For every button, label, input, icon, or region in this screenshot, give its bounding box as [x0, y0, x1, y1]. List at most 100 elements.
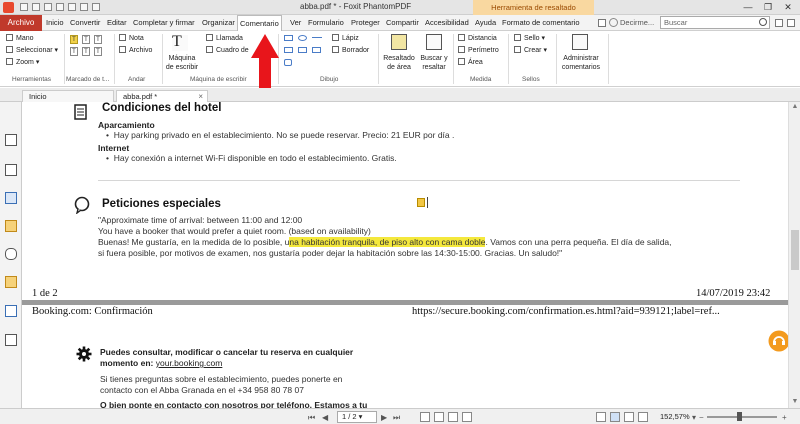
- first-page-icon[interactable]: ⏮: [308, 413, 315, 423]
- scroll-thumb[interactable]: [791, 230, 799, 270]
- menu-formulario[interactable]: Formulario: [308, 15, 344, 31]
- line-icon[interactable]: [312, 37, 322, 38]
- tool-pencil[interactable]: Lápiz: [332, 34, 359, 43]
- typewriter-icon[interactable]: T: [172, 34, 188, 51]
- settings-icon[interactable]: [787, 19, 795, 27]
- print-icon[interactable]: [44, 3, 52, 11]
- select-tool-icon[interactable]: [92, 3, 100, 11]
- zoom-dropdown-icon[interactable]: ▾: [692, 413, 696, 422]
- menu-comentario[interactable]: Comentario: [237, 15, 282, 32]
- undo-icon[interactable]: [56, 3, 64, 11]
- bookmarks-icon[interactable]: [5, 305, 17, 317]
- continuous-page-icon[interactable]: [610, 412, 620, 422]
- user-icon[interactable]: [609, 18, 618, 27]
- tool-note[interactable]: Nota: [119, 34, 144, 43]
- fit-icon[interactable]: [448, 412, 458, 422]
- tell-me-link[interactable]: Decirme...: [620, 15, 654, 31]
- maximize-button[interactable]: ❐: [758, 0, 778, 15]
- menu-completar-firmar[interactable]: Completar y firmar: [133, 15, 195, 31]
- menu-convertir[interactable]: Convertir: [70, 15, 100, 31]
- highlight-text-icon[interactable]: T: [70, 35, 78, 44]
- area-highlight-icon[interactable]: [391, 34, 407, 50]
- security-lock-icon[interactable]: [5, 276, 17, 288]
- oval-icon[interactable]: [298, 35, 307, 41]
- hand-tool-icon[interactable]: [80, 3, 88, 11]
- next-page-icon[interactable]: ▶: [381, 413, 387, 422]
- zoom-level[interactable]: 152,57%: [660, 412, 690, 421]
- polygon-icon[interactable]: [284, 59, 292, 66]
- menu-ayuda[interactable]: Ayuda: [475, 15, 496, 31]
- tools-icon[interactable]: [5, 334, 17, 346]
- search-input[interactable]: Buscar: [660, 16, 770, 29]
- tab-inicio[interactable]: Inicio: [22, 90, 114, 102]
- typewriter-button[interactable]: Máquina de escribir: [165, 54, 199, 72]
- arrow-icon[interactable]: [284, 47, 293, 53]
- close-tab-icon[interactable]: ×: [198, 91, 203, 102]
- menu-compartir[interactable]: Compartir: [386, 15, 419, 31]
- strikeout-text-icon[interactable]: T: [94, 35, 102, 44]
- squiggly-text-icon[interactable]: T: [70, 47, 78, 56]
- layers-icon[interactable]: [5, 164, 17, 176]
- underline-text-icon[interactable]: T: [82, 35, 90, 44]
- menu-formato-comentario[interactable]: Formato de comentario: [502, 15, 580, 31]
- booking-link[interactable]: your.booking.com: [156, 358, 223, 368]
- search-icon[interactable]: [759, 18, 767, 26]
- tool-area[interactable]: Área: [458, 58, 483, 67]
- zoom-slider-track[interactable]: [707, 416, 777, 418]
- tool-zoom[interactable]: Zoom ▾: [6, 58, 39, 67]
- close-window-button[interactable]: ✕: [778, 0, 798, 15]
- menu-editar[interactable]: Editar: [107, 15, 127, 31]
- tool-select[interactable]: Seleccionar ▾: [6, 46, 58, 55]
- prev-page-icon[interactable]: ◀: [322, 413, 328, 422]
- vertical-scrollbar[interactable]: ▲ ▼: [788, 102, 800, 408]
- scroll-up-icon[interactable]: ▲: [791, 103, 799, 111]
- tool-file[interactable]: Archivo: [119, 46, 152, 55]
- rectangle-icon[interactable]: [284, 35, 293, 41]
- zoom-slider-thumb[interactable]: [736, 412, 742, 421]
- sticky-note-annotation[interactable]: [417, 198, 425, 207]
- document-view[interactable]: Condiciones del hotel Aparcamiento • Hay…: [22, 102, 788, 408]
- cloud-icon[interactable]: [312, 47, 321, 53]
- pages-icon[interactable]: [5, 134, 17, 146]
- polyline-icon[interactable]: [298, 47, 307, 53]
- tool-callout[interactable]: Llamada: [206, 34, 243, 43]
- insert-text-icon[interactable]: T: [94, 47, 102, 56]
- area-highlight-button[interactable]: Resaltado de área: [381, 54, 417, 72]
- tool-perimeter[interactable]: Perímetro: [458, 46, 499, 55]
- menu-ver[interactable]: Ver: [290, 15, 301, 31]
- signatures-icon[interactable]: [5, 192, 17, 204]
- attachments-icon[interactable]: [5, 248, 17, 260]
- highlighted-text[interactable]: na habitación tranquila, de piso alto co…: [289, 237, 486, 247]
- single-page-icon[interactable]: [596, 412, 606, 422]
- zoom-out-icon[interactable]: −: [699, 413, 704, 422]
- tool-textbox[interactable]: Cuadro de: [206, 46, 249, 55]
- forward-view-icon[interactable]: [434, 412, 444, 422]
- ribbon-up-icon[interactable]: [775, 19, 783, 27]
- tab-abba-pdf[interactable]: abba.pdf * ×: [116, 90, 208, 102]
- redo-icon[interactable]: [68, 3, 76, 11]
- back-view-icon[interactable]: [420, 412, 430, 422]
- comments-icon[interactable]: [5, 220, 17, 232]
- context-tab-highlight-tool[interactable]: Herramienta de resaltado: [473, 0, 594, 15]
- tool-eraser[interactable]: Borrador: [332, 46, 369, 55]
- tool-hand[interactable]: Mano: [6, 34, 34, 43]
- search-highlight-button[interactable]: Buscar y resaltar: [416, 54, 452, 72]
- manage-comments-button[interactable]: Administrar comentarios: [558, 54, 604, 72]
- menu-inicio[interactable]: Inicio: [46, 15, 64, 31]
- facing-page-icon[interactable]: [624, 412, 634, 422]
- minimize-button[interactable]: —: [738, 0, 758, 15]
- manage-comments-icon[interactable]: [572, 34, 588, 50]
- menu-file[interactable]: Archivo: [0, 15, 42, 31]
- menu-accesibilidad[interactable]: Accesibilidad: [425, 15, 469, 31]
- save-icon[interactable]: [32, 3, 40, 11]
- last-page-icon[interactable]: ⏭: [393, 413, 400, 423]
- chat-support-icon[interactable]: [768, 330, 788, 352]
- replace-text-icon[interactable]: T: [82, 47, 90, 56]
- scroll-down-icon[interactable]: ▼: [791, 398, 799, 406]
- idea-icon[interactable]: [598, 19, 606, 27]
- tool-create-stamp[interactable]: Crear ▾: [514, 46, 547, 55]
- page-number-field[interactable]: 1 / 2 ▾: [337, 411, 377, 423]
- menu-organizar[interactable]: Organizar: [202, 15, 235, 31]
- open-icon[interactable]: [20, 3, 28, 11]
- tool-stamp[interactable]: Sello ▾: [514, 34, 545, 43]
